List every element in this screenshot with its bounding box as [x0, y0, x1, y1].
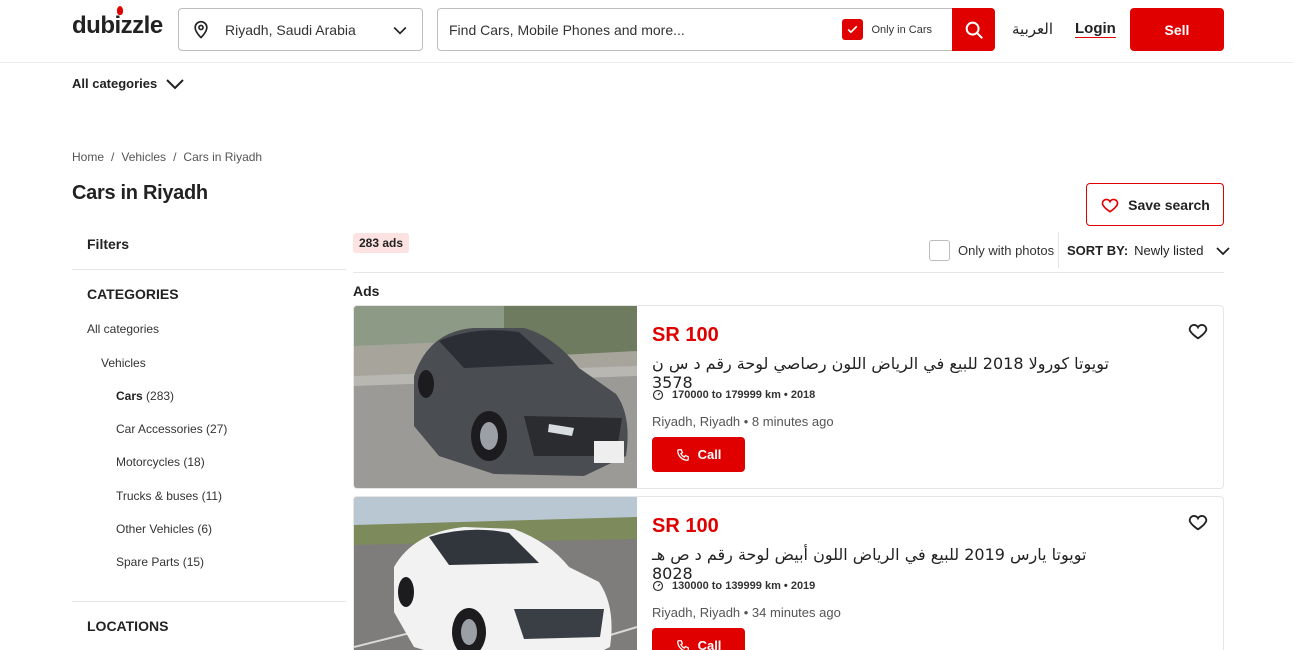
- chevron-down-icon: [1215, 246, 1230, 255]
- breadcrumb-home[interactable]: Home: [72, 150, 104, 164]
- only-with-photos-checkbox[interactable]: Only with photos: [929, 240, 1054, 261]
- listing-card[interactable]: SR 100 تويوتا يارس 2019 للبيع في الرياض …: [353, 496, 1224, 650]
- favorite-heart-icon[interactable]: [1187, 511, 1209, 533]
- breadcrumb: Home / Vehicles / Cars in Riyadh: [72, 150, 262, 164]
- sort-value: Newly listed: [1134, 243, 1204, 258]
- logo-text: dubizzle: [72, 12, 163, 39]
- sort-dropdown[interactable]: SORT BY: Newly listed: [1067, 243, 1230, 258]
- call-button-label: Call: [697, 447, 722, 462]
- listing-title[interactable]: تويوتا يارس 2019 للبيع في الرياض اللون أ…: [652, 545, 1112, 583]
- car-photo-image: [354, 497, 637, 650]
- category-all[interactable]: All categories: [87, 322, 159, 336]
- checkbox-empty-icon: [929, 240, 950, 261]
- call-button[interactable]: Call: [652, 437, 745, 472]
- breadcrumb-vehicles[interactable]: Vehicles: [121, 150, 166, 164]
- listing-specs: 130000 to 139999 km • 2019: [652, 580, 815, 592]
- category-motorcycles[interactable]: Motorcycles (18): [116, 455, 205, 469]
- call-button-label: Call: [697, 638, 722, 650]
- category-cars-count: (283): [146, 389, 175, 403]
- login-link[interactable]: Login: [1075, 20, 1116, 37]
- locations-title: LOCATIONS: [87, 618, 169, 634]
- checkmark-icon: [842, 19, 864, 40]
- search-button[interactable]: [952, 8, 995, 51]
- dubizzle-logo[interactable]: dubizzle: [72, 6, 163, 40]
- listing-specs: 170000 to 179999 km • 2018: [652, 389, 815, 401]
- listing-location-time: Riyadh, Riyadh • 8 minutes ago: [652, 414, 834, 429]
- location-selector[interactable]: Riyadh, Saudi Arabia: [178, 8, 423, 51]
- odometer-icon: [652, 580, 664, 592]
- chevron-down-icon: [393, 26, 407, 35]
- sort-label: SORT BY:: [1067, 243, 1129, 258]
- category-cars[interactable]: Cars (283): [116, 389, 174, 403]
- breadcrumb-separator: /: [111, 150, 115, 164]
- search-icon: [965, 21, 983, 39]
- heart-icon: [1101, 198, 1119, 213]
- divider: [72, 269, 346, 270]
- odometer-icon: [652, 389, 664, 401]
- divider: [1058, 232, 1059, 268]
- location-value: Riyadh, Saudi Arabia: [225, 21, 356, 38]
- all-categories-label: All categories: [72, 76, 158, 91]
- category-trucks-buses[interactable]: Trucks & buses (11): [116, 489, 222, 503]
- divider: [72, 601, 346, 602]
- only-in-cars-label: Only in Cars: [871, 23, 932, 36]
- breadcrumb-separator: /: [173, 150, 177, 164]
- sell-button[interactable]: Sell: [1130, 8, 1224, 51]
- listing-specs-text: 130000 to 139999 km • 2019: [672, 580, 816, 592]
- category-cars-label: Cars: [116, 389, 143, 403]
- listing-price: SR 100: [652, 515, 719, 537]
- divider: [353, 272, 1224, 273]
- category-car-accessories[interactable]: Car Accessories (27): [116, 422, 227, 436]
- listing-photo[interactable]: [354, 306, 637, 488]
- category-other-vehicles[interactable]: Other Vehicles (6): [116, 522, 212, 536]
- listing-price: SR 100: [652, 324, 719, 346]
- search-input[interactable]: [438, 9, 843, 50]
- phone-icon: [676, 448, 689, 461]
- ads-section-label: Ads: [353, 283, 380, 299]
- search-bar: Only in Cars: [437, 8, 995, 51]
- listing-specs-text: 170000 to 179999 km • 2018: [672, 389, 816, 401]
- save-search-button[interactable]: Save search: [1086, 183, 1224, 226]
- car-photo-image: [354, 306, 637, 488]
- top-header: dubizzle Riyadh, Saudi Arabia Only in Ca…: [0, 0, 1293, 63]
- phone-icon: [676, 639, 689, 650]
- listing-location-time: Riyadh, Riyadh • 34 minutes ago: [652, 605, 841, 620]
- logo-flame-icon: [117, 6, 123, 15]
- listing-title[interactable]: تويوتا كورولا 2018 للبيع في الرياض اللون…: [652, 354, 1112, 392]
- favorite-heart-icon[interactable]: [1187, 320, 1209, 342]
- categories-title: CATEGORIES: [87, 286, 179, 302]
- location-pin-icon: [194, 20, 208, 39]
- page-title: Cars in Riyadh: [72, 182, 208, 204]
- ads-count-badge: 283 ads: [353, 233, 410, 253]
- breadcrumb-current: Cars in Riyadh: [183, 150, 263, 164]
- chevron-down-icon: [166, 78, 184, 89]
- all-categories-menu[interactable]: All categories: [72, 76, 185, 91]
- category-spare-parts[interactable]: Spare Parts (15): [116, 555, 204, 569]
- save-search-label: Save search: [1128, 196, 1210, 213]
- listing-card[interactable]: SR 100 تويوتا كورولا 2018 للبيع في الريا…: [353, 305, 1224, 489]
- category-vehicles[interactable]: Vehicles: [101, 356, 146, 370]
- only-with-photos-label: Only with photos: [958, 243, 1055, 258]
- listing-photo[interactable]: [354, 497, 637, 650]
- language-switch-link[interactable]: العربية: [1012, 20, 1053, 38]
- filters-title: Filters: [87, 236, 130, 252]
- only-in-cars-checkbox[interactable]: Only in Cars: [842, 19, 932, 40]
- call-button[interactable]: Call: [652, 628, 745, 650]
